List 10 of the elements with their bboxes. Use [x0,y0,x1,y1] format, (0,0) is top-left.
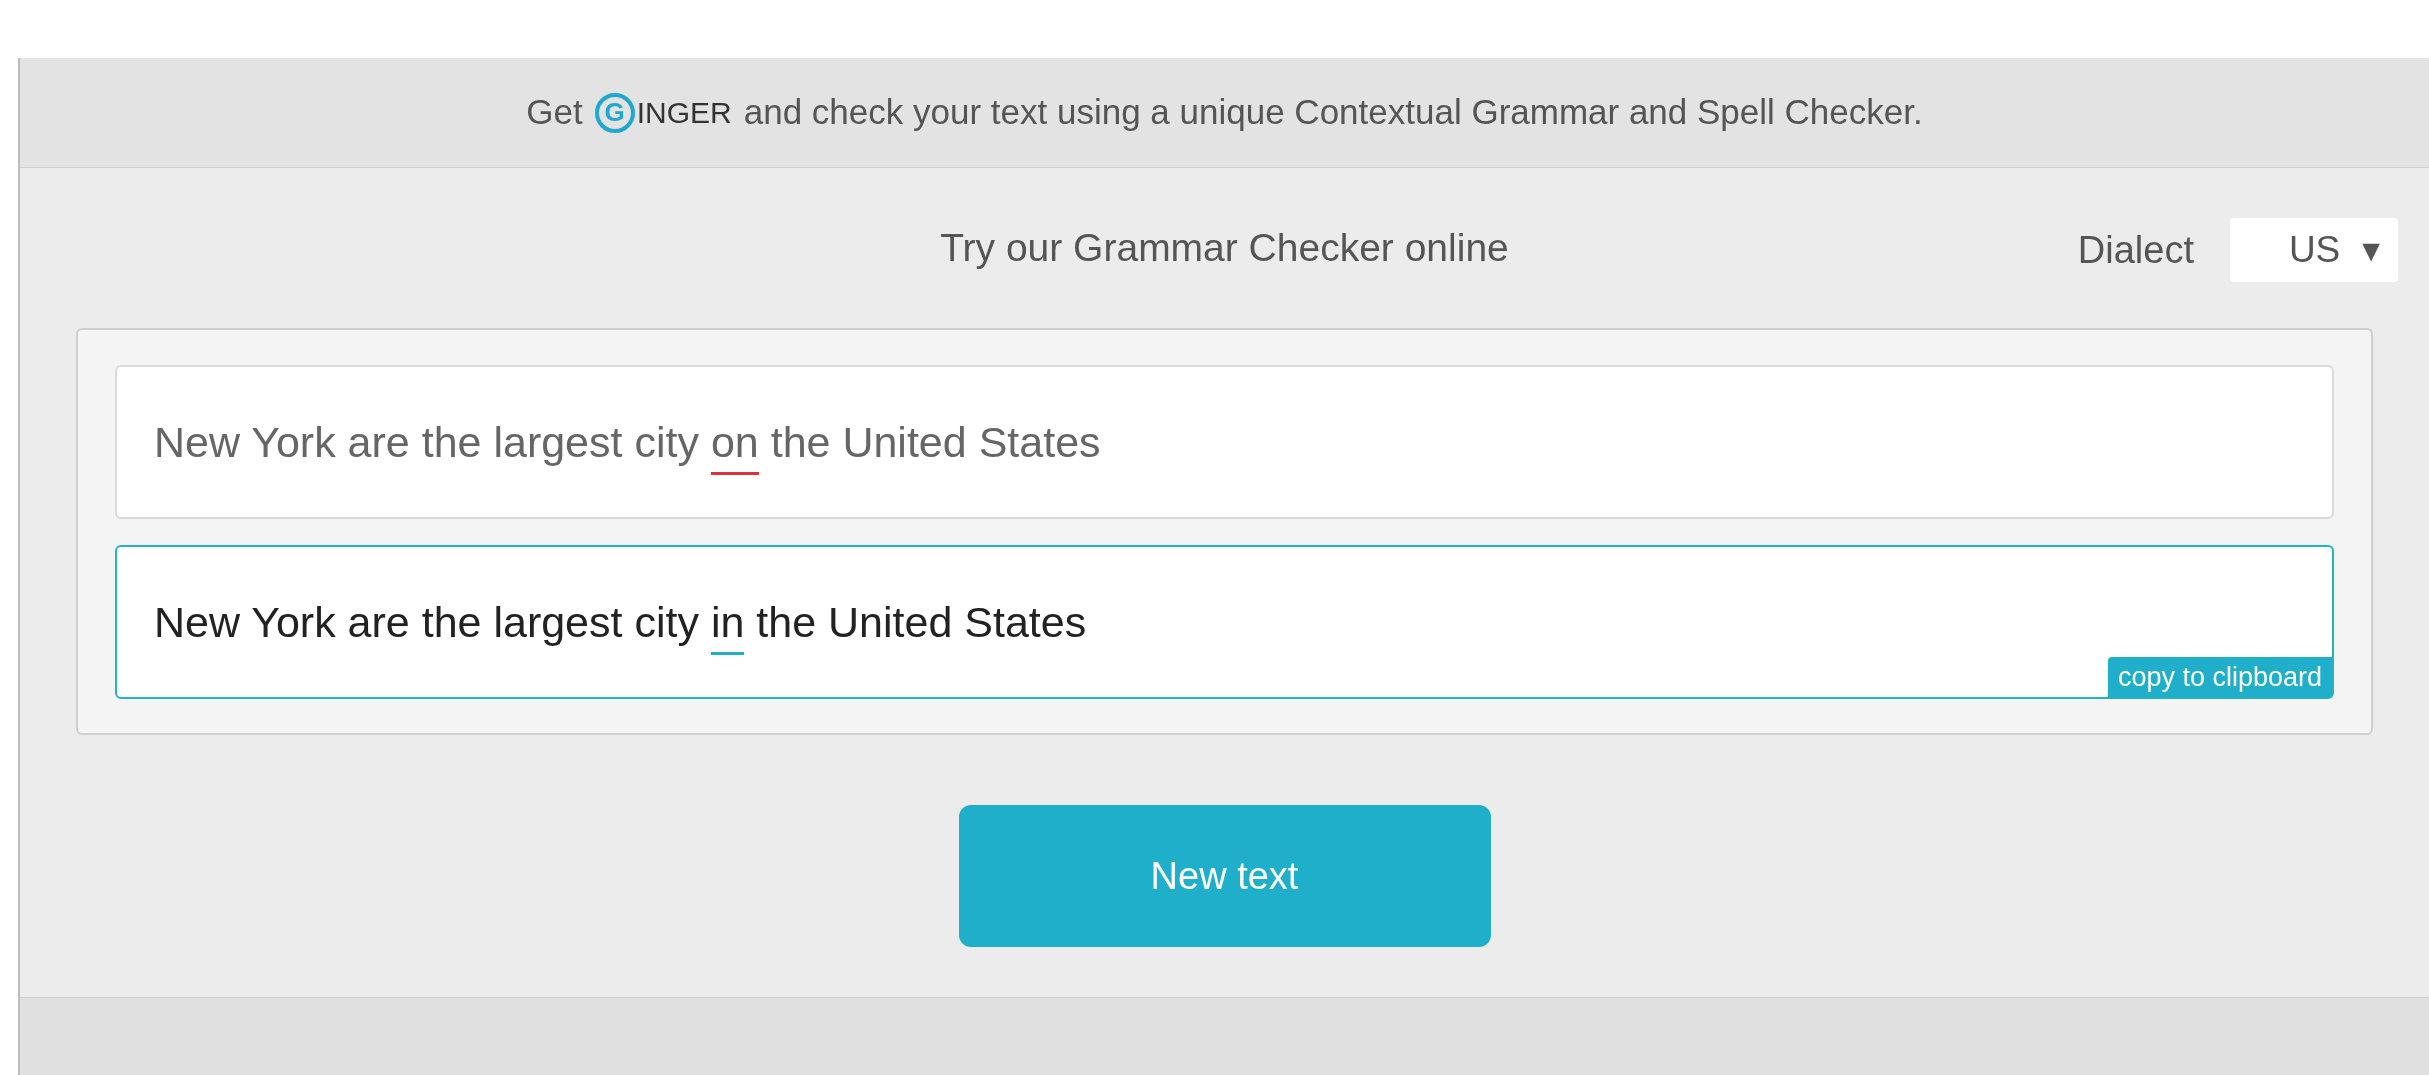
input-field[interactable]: New York are the largest city on the United States [115,365,2334,519]
banner-text: and check your text using a unique Contextual Grammar and Spell Checker. [743,91,1923,134]
dialect-select[interactable]: US ▼ [2230,218,2398,282]
caret-icon: ▼ [2356,227,2386,273]
logo: G INGER [594,90,732,135]
dialect-label: Dialect [2077,227,2194,273]
heading: Try our Grammar Checker online [940,224,1509,271]
original-sentence: New York are the largest city on the United States [154,409,1101,475]
banner-text: Get [526,91,583,134]
corrected-sentence: New York are the largest city in the United States [154,589,1087,655]
